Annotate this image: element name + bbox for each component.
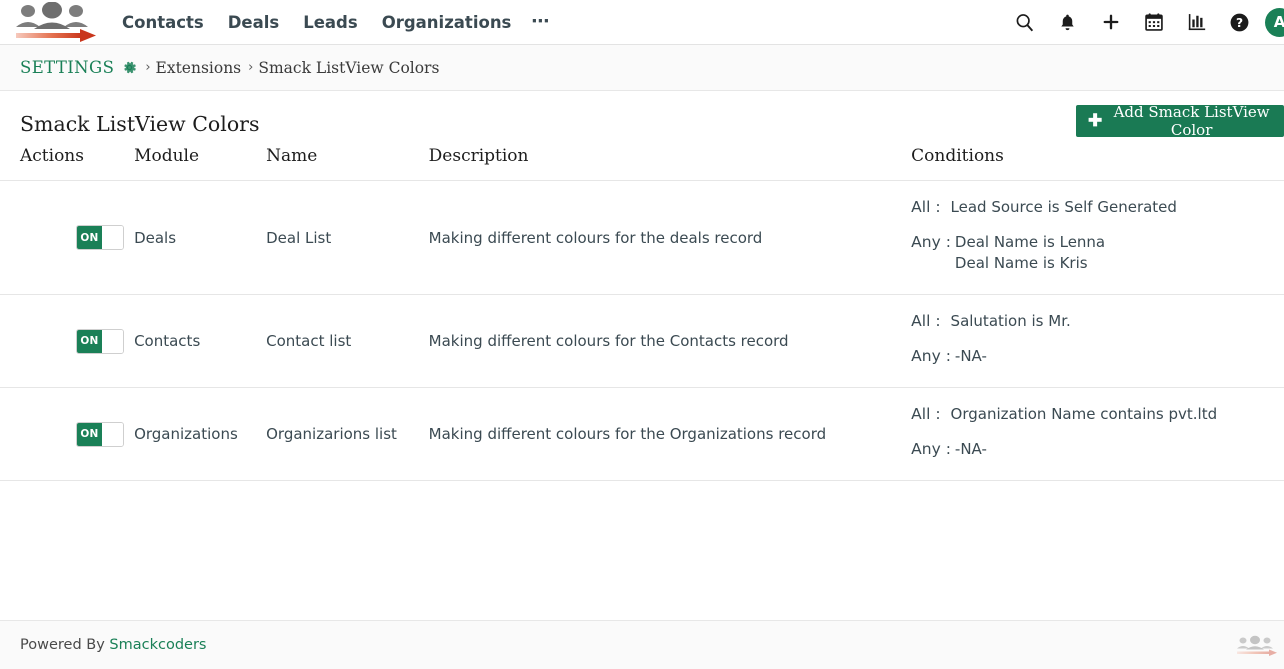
row-conditions: All : Lead Source is Self Generated Any … — [911, 181, 1284, 295]
row-conditions: All : Organization Name contains pvt.ltd… — [911, 388, 1284, 481]
condition-all-label: All : — [911, 404, 940, 425]
row-name: Organizarions list — [266, 388, 429, 481]
crm-people-arrow-logo[interactable] — [6, 2, 102, 42]
toggle-on-label: ON — [77, 423, 102, 446]
powered-by-label: Powered By — [20, 637, 109, 653]
column-header-module: Module — [134, 146, 266, 181]
gear-icon[interactable] — [121, 59, 138, 76]
nav-link-deals[interactable]: Deals — [216, 0, 292, 45]
row-actions-cell: ON — [0, 181, 134, 295]
row-name: Deal List — [266, 181, 429, 295]
column-header-actions: Actions — [0, 146, 134, 181]
avatar[interactable]: A — [1265, 8, 1284, 37]
condition-spacer — [911, 336, 1284, 346]
svg-text:?: ? — [1236, 15, 1243, 29]
smackcoders-link[interactable]: Smackcoders — [109, 637, 206, 653]
analytics-icon[interactable] — [1175, 0, 1218, 45]
row-description: Making different colours for the Organiz… — [429, 388, 912, 481]
top-navigation-bar: Contacts Deals Leads Organizations ⋯ — [0, 0, 1284, 45]
calendar-icon[interactable] — [1132, 0, 1175, 45]
status-toggle[interactable]: ON — [76, 422, 124, 447]
smack-listview-colors-table: Actions Module Name Description Conditio… — [0, 146, 1284, 481]
toggle-on-label: ON — [77, 330, 102, 353]
status-toggle[interactable]: ON — [76, 225, 124, 250]
breadcrumb-item-extensions[interactable]: Extensions — [156, 59, 242, 77]
column-header-description: Description — [429, 146, 912, 181]
toggle-knob — [102, 330, 123, 353]
add-smack-listview-color-button[interactable]: ✚ Add Smack ListView Color — [1076, 105, 1284, 137]
bell-icon[interactable] — [1046, 0, 1089, 45]
footer: Powered By Smackcoders — [0, 620, 1284, 669]
row-actions-cell: ON — [0, 388, 134, 481]
table-body: ON Deals Deal List Making different colo… — [0, 181, 1284, 481]
table-header: Actions Module Name Description Conditio… — [0, 146, 1284, 181]
condition-spacer — [911, 429, 1284, 439]
nav-link-organizations[interactable]: Organizations — [370, 0, 524, 45]
row-module: Organizations — [134, 388, 266, 481]
plus-icon: ✚ — [1088, 113, 1102, 130]
nav-link-contacts[interactable]: Contacts — [110, 0, 216, 45]
breadcrumb-separator-1: › — [145, 60, 150, 75]
row-description: Making different colours for the deals r… — [429, 181, 912, 295]
breadcrumb-bar: SETTINGS › Extensions › Smack ListView C… — [0, 45, 1284, 91]
footer-crm-people-arrow-logo — [1232, 629, 1280, 667]
nav-right-icons: ? A — [1003, 0, 1284, 45]
condition-any-value: Deal Name is Lenna — [955, 232, 1105, 253]
status-toggle[interactable]: ON — [76, 329, 124, 354]
condition-all-value: Organization Name contains pvt.ltd — [951, 404, 1218, 425]
condition-spacer — [911, 222, 1284, 232]
toggle-on-label: ON — [77, 226, 102, 249]
row-module: Contacts — [134, 295, 266, 388]
condition-any-value: -NA- — [955, 346, 987, 367]
row-description: Making different colours for the Contact… — [429, 295, 912, 388]
toggle-knob — [102, 226, 123, 249]
condition-any-label: Any : — [911, 439, 951, 460]
condition-any-label: Any : — [911, 232, 951, 253]
table-row: ON Organizations Organizarions list Maki… — [0, 388, 1284, 481]
column-header-conditions: Conditions — [911, 146, 1284, 181]
condition-all-label: All : — [911, 311, 940, 332]
primary-nav-links: Contacts Deals Leads Organizations ⋯ — [110, 0, 558, 45]
condition-any-value: Deal Name is Kris — [955, 253, 1105, 274]
breadcrumb-settings-link[interactable]: SETTINGS — [20, 58, 114, 77]
plus-icon[interactable] — [1089, 0, 1132, 45]
condition-any-value: -NA- — [955, 439, 987, 460]
row-module: Deals — [134, 181, 266, 295]
breadcrumb-separator-2: › — [248, 60, 253, 75]
condition-all-value: Lead Source is Self Generated — [951, 197, 1177, 218]
breadcrumb-item-current: Smack ListView Colors — [258, 59, 439, 77]
add-button-label: Add Smack ListView Color — [1111, 103, 1272, 139]
row-conditions: All : Salutation is Mr. Any : -NA- — [911, 295, 1284, 388]
nav-link-leads[interactable]: Leads — [291, 0, 369, 45]
main-content: Smack ListView Colors ✚ Add Smack ListVi… — [0, 91, 1284, 620]
page-title: Smack ListView Colors — [20, 112, 260, 136]
toggle-knob — [102, 423, 123, 446]
row-actions-cell: ON — [0, 295, 134, 388]
condition-all-label: All : — [911, 197, 940, 218]
more-modules-icon[interactable]: ⋯ — [523, 5, 558, 39]
table-row: ON Contacts Contact list Making differen… — [0, 295, 1284, 388]
column-header-name: Name — [266, 146, 429, 181]
footer-credit: Powered By Smackcoders — [20, 637, 206, 653]
table-row: ON Deals Deal List Making different colo… — [0, 181, 1284, 295]
search-icon[interactable] — [1003, 0, 1046, 45]
condition-all-value: Salutation is Mr. — [951, 311, 1071, 332]
row-name: Contact list — [266, 295, 429, 388]
help-icon[interactable]: ? — [1218, 0, 1261, 45]
condition-any-label: Any : — [911, 346, 951, 367]
